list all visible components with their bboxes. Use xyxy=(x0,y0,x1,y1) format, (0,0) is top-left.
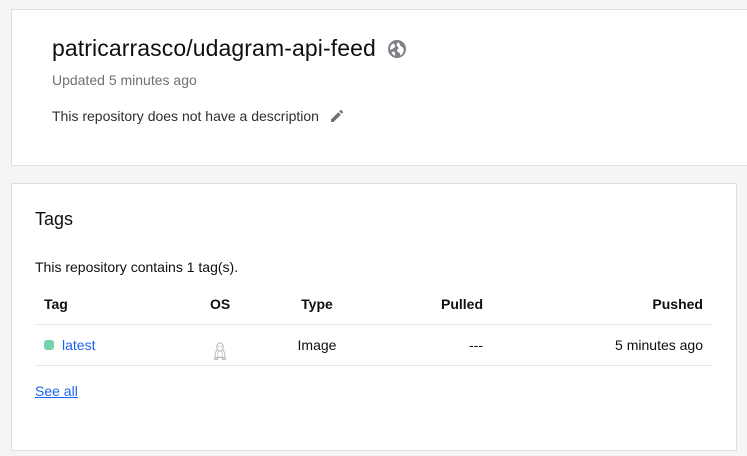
tags-card: Tags This repository contains 1 tag(s). … xyxy=(11,183,737,451)
column-header-type: Type xyxy=(301,296,333,312)
status-dot xyxy=(44,340,54,350)
column-header-pulled: Pulled xyxy=(440,296,483,312)
pencil-icon[interactable] xyxy=(329,108,345,124)
tag-name-link[interactable]: latest xyxy=(62,325,95,365)
repo-title: patricarrasco/udagram-api-feed xyxy=(52,35,376,61)
pushed-cell: 5 minutes ago xyxy=(615,337,703,353)
repository-header-card: patricarrasco/udagram-api-feed Updated 5… xyxy=(11,9,747,166)
pulled-cell: --- xyxy=(469,337,483,353)
os-cell xyxy=(210,325,230,365)
column-header-tag: Tag xyxy=(44,296,68,312)
linux-icon xyxy=(212,336,228,361)
table-row: latest Image --- 5 minutes ago xyxy=(35,325,712,366)
updated-timestamp: Updated 5 minutes ago xyxy=(52,72,197,88)
tags-count-text: This repository contains 1 tag(s). xyxy=(35,259,239,275)
description-row: This repository does not have a descript… xyxy=(52,108,345,124)
tags-table: Tag OS Type Pulled Pushed latest Image -… xyxy=(35,284,712,366)
repo-title-row: patricarrasco/udagram-api-feed xyxy=(52,35,407,62)
repo-description: This repository does not have a descript… xyxy=(52,108,319,124)
column-header-os: OS xyxy=(210,296,231,312)
tags-heading: Tags xyxy=(35,209,74,229)
table-header-row: Tag OS Type Pulled Pushed xyxy=(35,284,712,325)
type-cell: Image xyxy=(297,337,337,353)
see-all-link[interactable]: See all xyxy=(35,383,78,399)
tag-cell: latest xyxy=(44,325,95,365)
tag-link[interactable]: latest xyxy=(44,325,95,365)
column-header-pushed: Pushed xyxy=(652,296,703,312)
globe-icon xyxy=(387,39,407,59)
